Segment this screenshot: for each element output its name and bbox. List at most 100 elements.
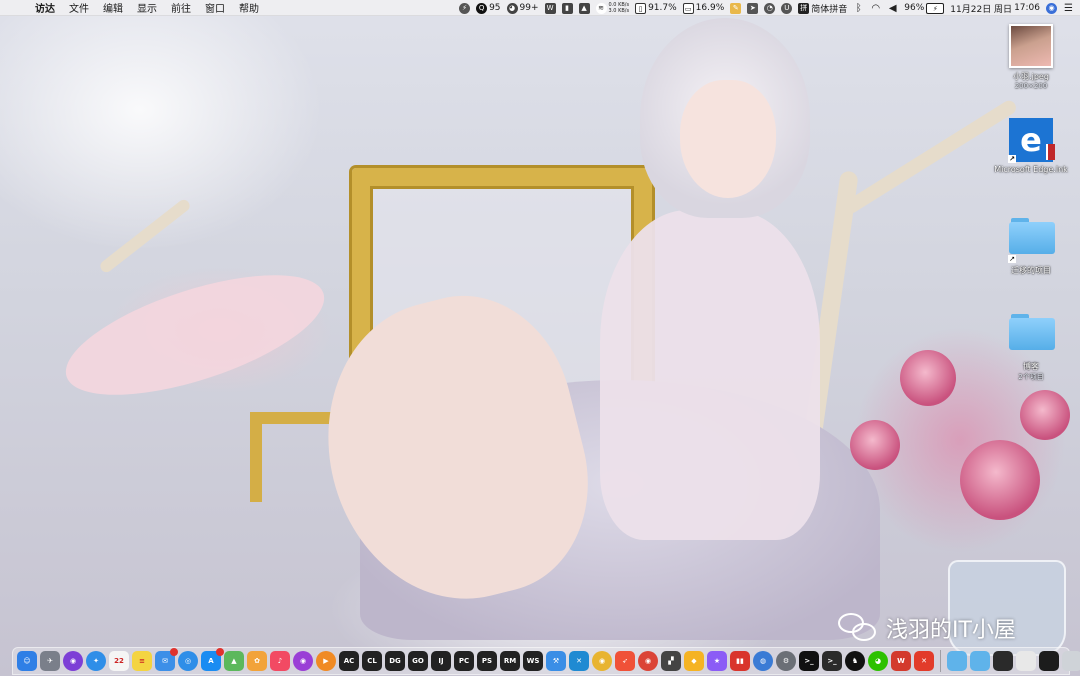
clion-icon[interactable]: CL: [362, 651, 382, 671]
menu-go[interactable]: 前往: [164, 0, 198, 15]
desktop-icon-sublabel: 2个项目: [1018, 373, 1044, 381]
menu-edit[interactable]: 编辑: [96, 0, 130, 15]
xcode-icon[interactable]: ⚒: [546, 651, 566, 671]
battery-status[interactable]: 96% ⚡: [904, 2, 945, 14]
clapper-icon[interactable]: ▞: [661, 651, 681, 671]
desktop-icon-label: Microsoft Edge.lnk: [994, 165, 1068, 174]
terminal-icon[interactable]: >_: [799, 651, 819, 671]
memory-monitor[interactable]: ▭ 16.9%: [682, 2, 724, 14]
siri-icon[interactable]: ◉: [63, 651, 83, 671]
parallels-icon[interactable]: ▮: [561, 2, 573, 14]
desktop-file-xiaoyu-jpeg[interactable]: 小羽.jpeg 200×200: [992, 24, 1070, 90]
app-store-icon[interactable]: A: [201, 648, 224, 671]
vscode-icon[interactable]: ✕: [569, 651, 589, 671]
dock-separator: [940, 650, 941, 672]
thunder-icon[interactable]: ⚡: [459, 2, 471, 14]
clock-date: 11月22日 周日: [950, 4, 1013, 15]
cpu-icon: ▯: [635, 2, 647, 14]
desktop-file-edge-shortcut[interactable]: e ↗ Microsoft Edge.lnk: [992, 118, 1070, 174]
swift-icon[interactable]: ➶: [615, 651, 635, 671]
goland-icon[interactable]: GO: [408, 651, 428, 671]
photos-icon[interactable]: ✿: [247, 651, 267, 671]
vpn-icon[interactable]: U: [781, 2, 793, 14]
finder-icon[interactable]: ☺: [17, 651, 37, 671]
volume-icon[interactable]: ◀: [887, 3, 898, 14]
datagrip-icon[interactable]: DG: [385, 651, 405, 671]
rubymine-icon[interactable]: RM: [500, 651, 520, 671]
trash-icon[interactable]: [1062, 651, 1080, 671]
qq-status[interactable]: Q 95: [476, 2, 501, 14]
appcode-icon[interactable]: AC: [339, 651, 359, 671]
chrome-icon[interactable]: ◉: [638, 651, 658, 671]
menu-file[interactable]: 文件: [62, 0, 96, 15]
folder-icon[interactable]: [970, 651, 990, 671]
video-player-icon[interactable]: ▶: [316, 651, 336, 671]
notification-center-icon[interactable]: ☰: [1063, 3, 1074, 14]
podcasts-icon[interactable]: ◉: [293, 651, 313, 671]
desktop-folder-blog[interactable]: 博客 2个项目: [992, 310, 1070, 382]
siri-icon[interactable]: ◉: [1046, 2, 1057, 14]
alias-arrow-icon: ↗: [1008, 255, 1016, 263]
clock[interactable]: 11月22日 周日 17:06: [950, 2, 1040, 15]
wechat-status[interactable]: ◕ 99+: [506, 2, 539, 14]
phpstorm-icon[interactable]: PS: [477, 651, 497, 671]
wps-icon[interactable]: W: [544, 2, 556, 14]
clock-icon[interactable]: ◔: [764, 2, 776, 14]
calendar-icon[interactable]: 22: [109, 651, 129, 671]
safari-icon[interactable]: ◎: [178, 651, 198, 671]
wifi-icon[interactable]: ◠: [870, 3, 881, 14]
image-thumbnail: [1009, 24, 1053, 68]
window-icon[interactable]: [1039, 651, 1059, 671]
maps-icon[interactable]: ▲: [224, 651, 244, 671]
wallpaper-flower: [900, 350, 956, 406]
airplay-icon[interactable]: ▲: [578, 2, 590, 14]
qq-icon[interactable]: ♞: [845, 651, 865, 671]
parallels-icon[interactable]: ▮▮: [730, 651, 750, 671]
webstorm-icon[interactable]: WS: [523, 651, 543, 671]
feather-icon[interactable]: ✎: [730, 2, 742, 14]
status-area: ⚡ Q 95 ◕ 99+ W ▮ ▲ ≋ 0.0 KB/s 3.0 KB/s ▯…: [459, 0, 1074, 16]
wallpaper-feather: [52, 250, 338, 420]
network-speed: 0.0 KB/s 3.0 KB/s: [609, 2, 630, 14]
desktop-icon-label: 小羽.jpeg: [1013, 72, 1049, 81]
sketch-icon[interactable]: ◆: [684, 651, 704, 671]
wps-icon[interactable]: W: [891, 651, 911, 671]
launchpad-icon[interactable]: ✈: [40, 651, 60, 671]
menu-help[interactable]: 帮助: [232, 0, 266, 15]
desktop-icon-label: 迁移的项目: [1011, 266, 1051, 275]
wechat-icon[interactable]: ◕: [868, 651, 888, 671]
send-icon[interactable]: ➤: [747, 2, 759, 14]
star-icon[interactable]: ★: [707, 651, 727, 671]
notes-icon[interactable]: ≡: [132, 651, 152, 671]
wallpaper-figure-body: [600, 210, 820, 540]
music-icon[interactable]: ♪: [270, 651, 290, 671]
network-icon[interactable]: ◍: [753, 651, 773, 671]
input-method-label: 简体拼音: [811, 4, 848, 15]
cpu-monitor[interactable]: ▯ 91.7%: [635, 2, 677, 14]
pycharm-icon[interactable]: PC: [454, 651, 474, 671]
system-preferences-icon[interactable]: ⚙: [776, 651, 796, 671]
desktop-folder-migrated-items[interactable]: ↗ 迁移的项目: [992, 214, 1070, 276]
menu-finder[interactable]: 访达: [28, 0, 62, 15]
folder-icon: ↗: [1008, 218, 1055, 263]
menu-view[interactable]: 显示: [130, 0, 164, 15]
xmind-icon[interactable]: ✕: [914, 651, 934, 671]
safari-icon[interactable]: ✦: [86, 651, 106, 671]
dock: ☺ ✈ ◉ ✦ 22 ≡ ✉ ◎ A ▲ ✿ ♪ ◉ ▶ AC CL DG GO IJ PC PS RM WS ⚒ ✕ ◉ ➶ ◉ ▞ ◆…: [12, 647, 1080, 675]
chrome-icon[interactable]: ◉: [592, 651, 612, 671]
bluetooth-icon[interactable]: ᛒ: [853, 3, 864, 14]
menu-bar: 访达 文件 编辑 显示 前往 窗口 帮助 ⚡ Q 95 ◕ 99+ W ▮ ▲ …: [0, 0, 1080, 16]
mail-icon[interactable]: ✉: [155, 648, 178, 671]
network-monitor[interactable]: ≋ 0.0 KB/s 3.0 KB/s: [595, 2, 630, 14]
intellij-icon[interactable]: IJ: [431, 651, 451, 671]
terminal-icon[interactable]: >_: [822, 651, 842, 671]
input-method[interactable]: 拼 简体拼音: [798, 2, 847, 15]
screenshot-icon[interactable]: [993, 651, 1013, 671]
qq-icon: Q: [476, 2, 488, 14]
network-icon: ≋: [595, 2, 607, 14]
menu-window[interactable]: 窗口: [198, 0, 232, 15]
folder-icon[interactable]: [947, 651, 967, 671]
window-icon[interactable]: [1016, 651, 1036, 671]
wechat-icon: ◕: [506, 2, 518, 14]
wallpaper-figure-face: [680, 80, 776, 198]
